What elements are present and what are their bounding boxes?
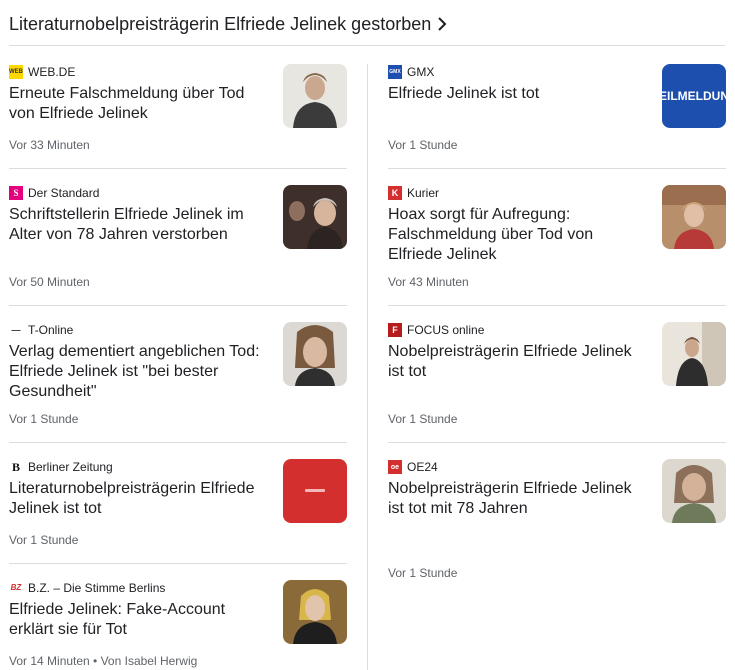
source-name: GMX [407, 65, 435, 79]
timestamp-author: Vor 14 Minuten • Von Isabel Herwig [9, 654, 198, 668]
webde-logo-icon: WEB [9, 65, 23, 79]
eilmeldung-banner-text: EILMELDUN [662, 89, 726, 103]
focus-logo-icon: F [388, 323, 402, 337]
thumbnail-image[interactable] [283, 322, 347, 386]
headline-link[interactable]: Literaturnobelpreisträgerin Elfriede Jel… [9, 479, 271, 519]
news-card-oe24[interactable]: oe OE24 Nobelpreisträgerin Elfriede Jeli… [388, 459, 726, 589]
portrait-image [283, 64, 347, 128]
timestamp: Vor 1 Stunde [388, 138, 458, 152]
story-header-link[interactable]: Literaturnobelpreisträgerin Elfriede Jel… [9, 12, 447, 36]
portrait-image [662, 322, 726, 386]
source-row: B Berliner Zeitung [9, 459, 113, 475]
kurier-logo-icon: K [388, 186, 402, 200]
news-card-gmx[interactable]: GMX GMX Elfriede Jelinek ist tot Vor 1 S… [388, 64, 726, 164]
source-row: BZ B.Z. – Die Stimme Berlins [9, 580, 166, 596]
source-row: F FOCUS online [388, 322, 484, 338]
headline-link[interactable]: Schriftstellerin Elfriede Jelinek im Alt… [9, 205, 271, 245]
thumbnail-image[interactable] [662, 459, 726, 523]
card-divider [9, 305, 347, 306]
card-divider [388, 168, 726, 169]
headline-link[interactable]: Nobelpreisträgerin Elfriede Jelinek ist … [388, 342, 650, 382]
news-card-standard[interactable]: S Der Standard Schriftstellerin Elfriede… [9, 185, 347, 295]
headline-link[interactable]: Erneute Falschmeldung über Tod von Elfri… [9, 84, 271, 124]
source-name: Kurier [407, 186, 440, 200]
source-name: Berliner Zeitung [28, 460, 113, 474]
card-divider [9, 442, 347, 443]
source-row: K Kurier [388, 185, 439, 201]
news-card-kurier[interactable]: K Kurier Hoax sorgt für Aufregung: Falsc… [388, 185, 726, 295]
source-row: GMX GMX [388, 64, 434, 80]
thumbnail-image[interactable] [283, 64, 347, 128]
bz-logo-icon: BZ [10, 583, 22, 592]
headline-link[interactable]: Elfriede Jelinek: Fake-Account erklärt s… [9, 600, 271, 640]
source-row: WEB WEB.DE [9, 64, 75, 80]
timestamp: Vor 43 Minuten [388, 275, 469, 289]
headline-link[interactable]: Verlag dementiert angeblichen Tod: Elfri… [9, 342, 271, 402]
thumbnail-image[interactable] [283, 580, 347, 644]
timestamp: Vor 33 Minuten [9, 138, 90, 152]
card-divider [388, 442, 726, 443]
timestamp: Vor 1 Stunde [9, 412, 79, 426]
red-placeholder-image [283, 459, 347, 523]
headline-link[interactable]: Nobelpreisträgerin Elfriede Jelinek ist … [388, 479, 650, 519]
timestamp: Vor 1 Stunde [388, 566, 458, 580]
card-divider [9, 168, 347, 169]
thumbnail-image[interactable] [662, 322, 726, 386]
header-divider [9, 45, 725, 46]
portrait-image [283, 185, 347, 249]
source-name: Der Standard [28, 186, 100, 200]
source-name: T-Online [28, 323, 74, 337]
thumbnail-image[interactable] [662, 185, 726, 249]
chevron-right-icon [438, 17, 447, 31]
story-title: Literaturnobelpreisträgerin Elfriede Jel… [9, 13, 432, 34]
news-card-focus[interactable]: F FOCUS online Nobelpreisträgerin Elfrie… [388, 322, 726, 432]
source-name: FOCUS online [407, 323, 485, 337]
news-card-berliner-zeitung[interactable]: B Berliner Zeitung Literaturnobelpreistr… [9, 459, 347, 559]
news-card-webde[interactable]: WEB WEB.DE Erneute Falschmeldung über To… [9, 64, 347, 164]
source-name: OE24 [407, 460, 438, 474]
standard-logo-icon: S [9, 186, 23, 200]
gmx-logo-icon: GMX [388, 65, 402, 79]
portrait-image [283, 322, 347, 386]
headline-link[interactable]: Hoax sorgt für Aufregung: Falschmeldung … [388, 205, 650, 265]
card-divider [388, 305, 726, 306]
tonline-logo-icon: — [11, 324, 21, 335]
portrait-image [283, 580, 347, 644]
berliner-zeitung-logo-icon: B [11, 460, 20, 474]
thumbnail-image[interactable]: EILMELDUN [662, 64, 726, 128]
card-divider [9, 563, 347, 564]
oe24-logo-icon: oe [388, 460, 402, 474]
portrait-image [662, 459, 726, 523]
thumbnail-image[interactable] [283, 185, 347, 249]
portrait-image [662, 185, 726, 249]
source-row: oe OE24 [388, 459, 438, 475]
news-card-bz[interactable]: BZ B.Z. – Die Stimme Berlins Elfriede Je… [9, 580, 347, 670]
news-card-tonline[interactable]: — T-Online Verlag dementiert angeblichen… [9, 322, 347, 432]
headline-link[interactable]: Elfriede Jelinek ist tot [388, 84, 650, 104]
timestamp: Vor 50 Minuten [9, 275, 90, 289]
column-divider [367, 64, 368, 670]
source-row: S Der Standard [9, 185, 99, 201]
timestamp: Vor 1 Stunde [388, 412, 458, 426]
source-row: — T-Online [9, 322, 74, 338]
timestamp: Vor 1 Stunde [9, 533, 79, 547]
source-name: B.Z. – Die Stimme Berlins [28, 581, 166, 595]
source-name: WEB.DE [28, 65, 76, 79]
thumbnail-image[interactable] [283, 459, 347, 523]
